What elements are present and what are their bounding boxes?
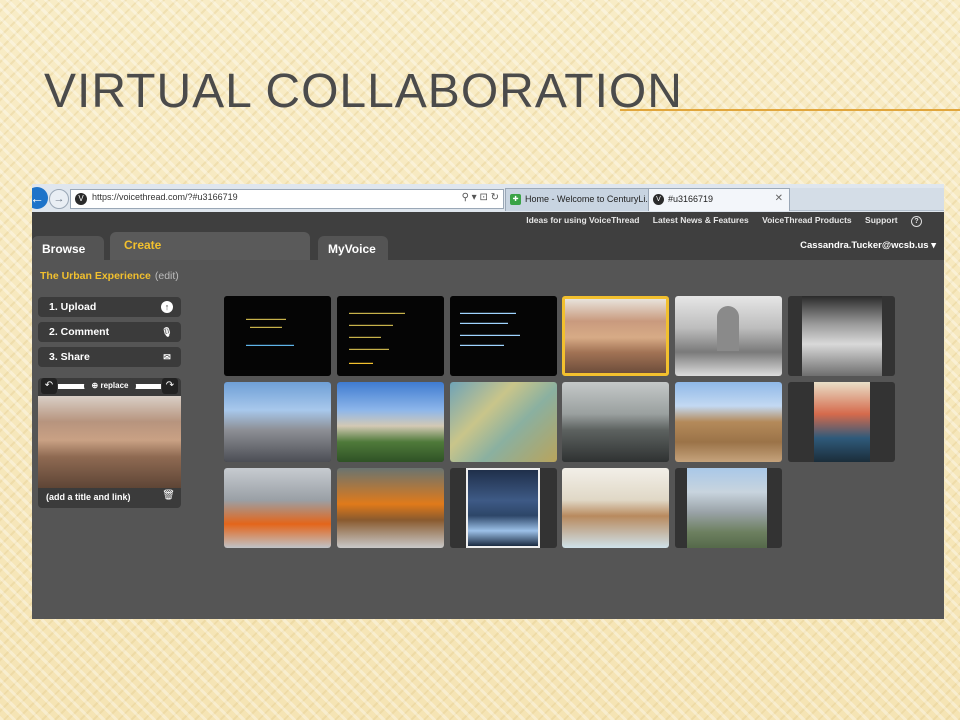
thumbnail[interactable] xyxy=(562,382,669,462)
thumbnail[interactable] xyxy=(788,296,895,376)
thumbnail[interactable] xyxy=(562,468,669,548)
thumbnail[interactable] xyxy=(337,382,444,462)
thumbnail[interactable] xyxy=(788,382,895,462)
replace-button[interactable]: ⊕ replace xyxy=(84,378,136,394)
add-title-link[interactable]: (add a title and link) xyxy=(46,492,131,502)
thumbnail[interactable] xyxy=(337,468,444,548)
voicethread-nav: Browse Create MyVoice Cassandra.Tucker@w… xyxy=(32,232,944,260)
thumbnail[interactable] xyxy=(675,382,782,462)
comment-button[interactable]: 2. Comment 🎙 xyxy=(38,322,181,342)
link-products[interactable]: VoiceThread Products xyxy=(762,215,852,225)
thumbnail[interactable]: ▬▬▬▬▬▬▬▬▬▬ ▬▬▬▬▬▬▬▬ ▬▬▬▬▬▬▬▬▬▬▬▬ xyxy=(224,296,331,376)
thumbnail[interactable] xyxy=(450,468,557,548)
microphone-icon: 🎙 xyxy=(161,327,173,337)
forward-button[interactable]: → xyxy=(49,189,69,209)
help-icon: ? xyxy=(911,216,922,227)
browser-screenshot: ← → V https://voicethread.com/?#u3166719… xyxy=(32,184,944,619)
slide-preview: ↶ ⊕ replace ↷ (add a title and link) 🗑 xyxy=(38,378,181,508)
tab-myvoice[interactable]: MyVoice xyxy=(318,236,388,260)
link-ideas[interactable]: Ideas for using VoiceThread xyxy=(526,215,639,225)
preview-image xyxy=(38,396,181,488)
link-news[interactable]: Latest News & Features xyxy=(653,215,749,225)
voicethread-favicon-icon: V xyxy=(653,194,664,205)
link-support[interactable]: Support ? xyxy=(865,215,933,227)
search-icon[interactable]: ⚲ ▾ ⊡ ↻ xyxy=(462,192,499,203)
edit-title-link[interactable]: (edit) xyxy=(155,270,179,282)
slide-title: Virtual Collaboration xyxy=(44,65,683,118)
create-panel: The Urban Experience (edit) 1. Upload ↑ 2… xyxy=(32,260,944,619)
upload-button[interactable]: 1. Upload ↑ xyxy=(38,297,181,317)
tab-strip-empty xyxy=(790,188,944,211)
browser-toolbar: ← → V https://voicethread.com/?#u3166719… xyxy=(32,184,944,213)
back-button[interactable]: ← xyxy=(32,187,48,209)
rotate-right-icon[interactable]: ↷ xyxy=(162,378,178,394)
url-text: https://voicethread.com/?#u3166719 xyxy=(92,192,238,202)
thumbnail[interactable]: ▬▬▬▬▬▬▬▬▬▬▬▬▬▬ ▬▬▬▬▬▬▬▬▬▬▬▬ ▬▬▬▬▬▬▬▬▬▬▬▬… xyxy=(450,296,557,376)
share-button[interactable]: 3. Share ✉ xyxy=(38,347,181,367)
thumbnail[interactable] xyxy=(675,296,782,376)
upload-icon: ↑ xyxy=(161,301,173,313)
thumbnail[interactable] xyxy=(224,382,331,462)
tab-create[interactable]: Create xyxy=(110,232,310,260)
thumbnail[interactable]: ▬▬▬▬▬▬▬▬▬▬▬▬▬▬ ▬▬▬▬▬▬▬▬▬▬▬ ▬▬▬▬▬▬▬▬ ▬▬▬▬… xyxy=(337,296,444,376)
thumbnail[interactable] xyxy=(675,468,782,548)
browser-tab-voicethread[interactable]: V #u3166719 ✕ xyxy=(648,188,790,211)
user-account-menu[interactable]: Cassandra.Tucker@wcsb.us ▾ xyxy=(800,240,936,251)
address-bar[interactable]: V https://voicethread.com/?#u3166719 ⚲ ▾… xyxy=(70,189,504,209)
tab-browse[interactable]: Browse xyxy=(32,236,104,260)
title-underline xyxy=(620,109,960,111)
thumbnail[interactable] xyxy=(224,468,331,548)
thumbnail[interactable] xyxy=(450,382,557,462)
envelope-icon: ✉ xyxy=(163,352,171,362)
voicethread-favicon-icon: V xyxy=(75,193,87,205)
project-title: The Urban Experience (edit) xyxy=(40,270,179,282)
voicethread-top-bar: Ideas for using VoiceThread Latest News … xyxy=(32,212,944,232)
close-tab-icon[interactable]: ✕ xyxy=(775,193,783,204)
thumbnail-selected[interactable] xyxy=(562,296,669,376)
browser-tab-home[interactable]: ✚ Home - Welcome to CenturyLi... xyxy=(505,188,649,211)
centurylink-favicon-icon: ✚ xyxy=(510,194,521,205)
trash-icon[interactable]: 🗑 xyxy=(162,490,175,501)
rotate-left-icon[interactable]: ↶ xyxy=(41,378,57,394)
